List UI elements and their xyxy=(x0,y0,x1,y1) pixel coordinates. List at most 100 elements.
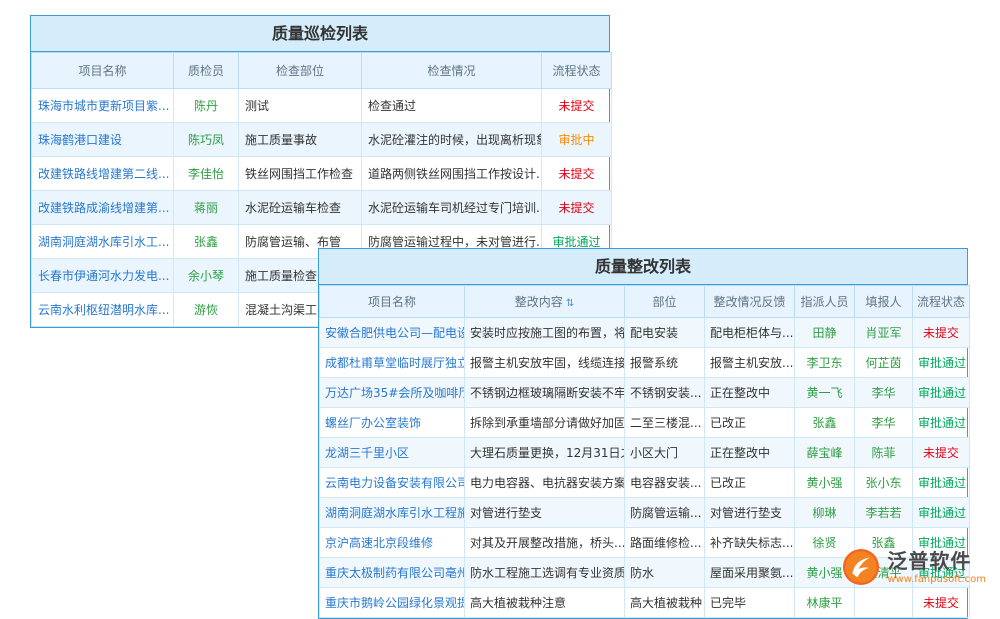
project-cell[interactable]: 湖南洞庭湖水库引水工... xyxy=(32,225,174,259)
project-cell[interactable]: 万达广场35#会所及咖啡厅空... xyxy=(320,378,465,408)
part-cell: 路面维修检... xyxy=(625,528,705,558)
reporter-cell: 何芷茵 xyxy=(855,348,913,378)
project-cell[interactable]: 改建铁路线增建第二线... xyxy=(32,157,174,191)
part-cell: 二至三楼混... xyxy=(625,408,705,438)
inspector-cell: 余小琴 xyxy=(174,259,239,293)
status-cell: 审批通过 xyxy=(913,408,970,438)
col-header-status: 流程状态 xyxy=(542,53,612,89)
reporter-cell xyxy=(855,588,913,618)
content-cell: 对管进行垫支 xyxy=(465,498,625,528)
col-header-location: 检查部位 xyxy=(239,53,362,89)
content-cell: 大理石质量更换，12月31日之... xyxy=(465,438,625,468)
assignee-cell: 张鑫 xyxy=(795,408,855,438)
part-cell: 防腐管运输... xyxy=(625,498,705,528)
content-cell: 防水工程施工选调有专业资质... xyxy=(465,558,625,588)
status-cell: 审批通过 xyxy=(913,348,970,378)
inspector-cell: 陈丹 xyxy=(174,89,239,123)
table-row: 安徽合肥供电公司—配电设备...安装时应按施工图的布置，将...配电安装配电柜柜… xyxy=(320,318,970,348)
table-row: 螺丝厂办公室装饰拆除到承重墙部分请做好加固...二至三楼混...已改正张鑫李华审… xyxy=(320,408,970,438)
reporter-cell: 李华 xyxy=(855,408,913,438)
inspector-cell: 李佳怡 xyxy=(174,157,239,191)
project-cell[interactable]: 安徽合肥供电公司—配电设备... xyxy=(320,318,465,348)
project-cell[interactable]: 珠海市城市更新项目紫... xyxy=(32,89,174,123)
part-cell: 报警系统 xyxy=(625,348,705,378)
part-cell: 不锈钢安装... xyxy=(625,378,705,408)
status-cell: 未提交 xyxy=(542,89,612,123)
status-cell: 审批通过 xyxy=(913,378,970,408)
project-cell[interactable]: 云南电力设备安装有限公司20... xyxy=(320,468,465,498)
table-row: 珠海鹤港口建设陈巧凤施工质量事故水泥砼灌注的时候，出现离析现象审批中 xyxy=(32,123,612,157)
col-header-project: 项目名称 xyxy=(320,286,465,318)
reporter-cell: 李若若 xyxy=(855,498,913,528)
table-row: 改建铁路线增建第二线...李佳怡铁丝网围挡工作检查道路两侧铁丝网围挡工作按设计.… xyxy=(32,157,612,191)
feedback-cell: 报警主机安放... xyxy=(705,348,795,378)
reporter-cell: 张小东 xyxy=(855,468,913,498)
location-cell: 施工质量事故 xyxy=(239,123,362,157)
project-cell[interactable]: 改建铁路成渝线增建第... xyxy=(32,191,174,225)
assignee-cell: 黄小强 xyxy=(795,468,855,498)
project-cell[interactable]: 云南水利枢纽潜明水库... xyxy=(32,293,174,327)
project-cell[interactable]: 珠海鹤港口建设 xyxy=(32,123,174,157)
table-row: 湖南洞庭湖水库引水工程施工...对管进行垫支防腐管运输...对管进行垫支柳琳李若… xyxy=(320,498,970,528)
table-row: 龙湖三千里小区大理石质量更换，12月31日之...小区大门正在整改中薛宝峰陈菲未… xyxy=(320,438,970,468)
content-cell: 报警主机安放牢固，线缆连接... xyxy=(465,348,625,378)
situation-cell: 水泥砼运输车司机经过专门培训... xyxy=(362,191,542,225)
inspection-table-title: 质量巡检列表 xyxy=(31,16,609,52)
location-cell: 铁丝网围挡工作检查 xyxy=(239,157,362,191)
inspector-cell: 游恢 xyxy=(174,293,239,327)
table-row: 改建铁路成渝线增建第...蒋丽水泥砼运输车检查水泥砼运输车司机经过专门培训...… xyxy=(32,191,612,225)
feedback-cell: 已改正 xyxy=(705,468,795,498)
project-cell[interactable]: 螺丝厂办公室装饰 xyxy=(320,408,465,438)
inspector-cell: 蒋丽 xyxy=(174,191,239,225)
project-cell[interactable]: 龙湖三千里小区 xyxy=(320,438,465,468)
assignee-cell: 黄一飞 xyxy=(795,378,855,408)
status-cell: 未提交 xyxy=(913,588,970,618)
situation-cell: 检查通过 xyxy=(362,89,542,123)
status-cell: 未提交 xyxy=(913,318,970,348)
fanpu-logo-url[interactable]: www.fanpusoft.com xyxy=(887,574,986,585)
feedback-cell: 补齐缺失标志... xyxy=(705,528,795,558)
location-cell: 测试 xyxy=(239,89,362,123)
col-header-feedback: 整改情况反馈 xyxy=(705,286,795,318)
feedback-cell: 已改正 xyxy=(705,408,795,438)
project-cell[interactable]: 湖南洞庭湖水库引水工程施工... xyxy=(320,498,465,528)
content-cell: 安装时应按施工图的布置，将... xyxy=(465,318,625,348)
content-cell: 电力电容器、电抗器安装方案... xyxy=(465,468,625,498)
feedback-cell: 正在整改中 xyxy=(705,438,795,468)
rectify-header-row: 项目名称 整改内容⇅ 部位 整改情况反馈 指派人员 填报人 流程状态 xyxy=(320,286,970,318)
status-cell: 审批通过 xyxy=(913,468,970,498)
status-cell: 未提交 xyxy=(542,191,612,225)
situation-cell: 水泥砼灌注的时候，出现离析现象 xyxy=(362,123,542,157)
col-header-situation: 检查情况 xyxy=(362,53,542,89)
col-header-content[interactable]: 整改内容⇅ xyxy=(465,286,625,318)
fanpu-logo-icon xyxy=(842,548,880,586)
content-cell: 对其及开展整改措施，桥头... xyxy=(465,528,625,558)
project-cell[interactable]: 长春市伊通河水力发电... xyxy=(32,259,174,293)
inspection-header-row: 项目名称 质检员 检查部位 检查情况 流程状态 xyxy=(32,53,612,89)
part-cell: 高大植被栽种 xyxy=(625,588,705,618)
col-header-part: 部位 xyxy=(625,286,705,318)
col-header-reporter: 填报人 xyxy=(855,286,913,318)
fanpu-logo-name: 泛普软件 xyxy=(887,550,986,572)
table-row: 万达广场35#会所及咖啡厅空...不锈钢边框玻璃隔断安装不牢...不锈钢安装..… xyxy=(320,378,970,408)
location-cell: 水泥砼运输车检查 xyxy=(239,191,362,225)
content-cell: 不锈钢边框玻璃隔断安装不牢... xyxy=(465,378,625,408)
reporter-cell: 陈菲 xyxy=(855,438,913,468)
project-cell[interactable]: 成都杜甫草堂临时展厅独立展... xyxy=(320,348,465,378)
assignee-cell: 薛宝峰 xyxy=(795,438,855,468)
part-cell: 电容器安装... xyxy=(625,468,705,498)
col-header-inspector: 质检员 xyxy=(174,53,239,89)
reporter-cell: 李华 xyxy=(855,378,913,408)
table-row: 珠海市城市更新项目紫...陈丹测试检查通过未提交 xyxy=(32,89,612,123)
reporter-cell: 肖亚军 xyxy=(855,318,913,348)
inspector-cell: 张鑫 xyxy=(174,225,239,259)
sort-icon[interactable]: ⇅ xyxy=(566,298,574,309)
content-cell: 拆除到承重墙部分请做好加固... xyxy=(465,408,625,438)
feedback-cell: 配电柜柜体与... xyxy=(705,318,795,348)
col-header-assignee: 指派人员 xyxy=(795,286,855,318)
project-cell[interactable]: 重庆太极制药有限公司亳州中... xyxy=(320,558,465,588)
content-cell: 高大植被栽种注意 xyxy=(465,588,625,618)
project-cell[interactable]: 重庆市鹅岭公园绿化景观提升... xyxy=(320,588,465,618)
part-cell: 配电安装 xyxy=(625,318,705,348)
project-cell[interactable]: 京沪高速北京段维修 xyxy=(320,528,465,558)
